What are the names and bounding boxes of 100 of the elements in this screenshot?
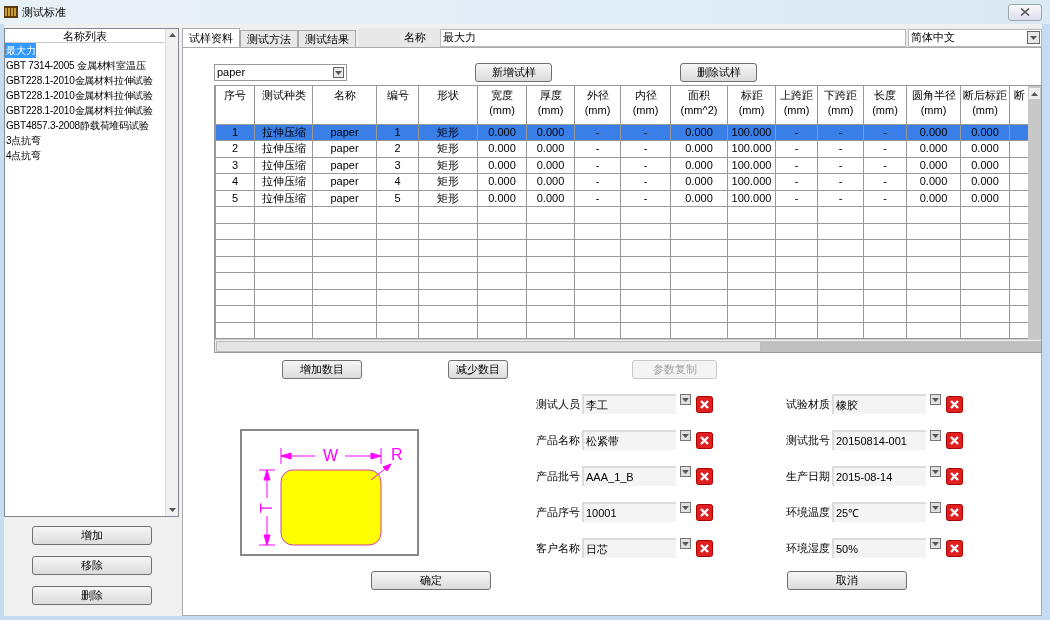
side-button[interactable]: 移除 (31, 556, 152, 575)
cancel-button[interactable]: 取消 (787, 571, 907, 590)
clear-icon[interactable] (696, 503, 713, 521)
name-field[interactable]: 最大力 (440, 28, 906, 47)
table-cell: 0.000 (919, 191, 948, 204)
input-field[interactable]: 50% (832, 538, 926, 558)
clear-icon[interactable] (696, 467, 713, 485)
close-button[interactable] (1008, 3, 1042, 21)
up-arrow-icon[interactable] (168, 33, 176, 37)
tab[interactable]: 试样资料 (182, 28, 240, 47)
clear-icon[interactable] (946, 395, 963, 413)
table-cell: - (643, 125, 648, 138)
language-select[interactable]: 简体中文 (908, 28, 1042, 47)
tab[interactable]: 测试结果 (298, 30, 356, 47)
table-cell: - (643, 142, 648, 155)
table-cell: - (643, 191, 648, 204)
input-field[interactable]: 橡胶 (832, 394, 926, 414)
side-button[interactable]: 删除 (31, 586, 152, 605)
scrollbar[interactable] (215, 339, 1041, 352)
table-cell: paper (330, 125, 359, 138)
down-arrow-icon[interactable] (168, 508, 176, 512)
input-field[interactable]: 日芯 (582, 538, 676, 558)
table-cell: 5 (231, 191, 239, 204)
table-cell: 100.000 (731, 158, 772, 171)
input-field[interactable]: 10001 (582, 502, 676, 522)
scrollbar[interactable] (165, 29, 178, 516)
column-header[interactable]: 厚度 (mm) (526, 86, 575, 124)
list-item[interactable]: GBT4857.3-2008静载荷堆码试验 (5, 118, 150, 133)
table-cell: - (838, 175, 843, 188)
column-header[interactable]: 编号 (376, 86, 419, 124)
table-cell: 100.000 (731, 175, 772, 188)
table-cell: - (595, 191, 600, 204)
table-cell: - (838, 158, 843, 171)
side-button[interactable]: 增加 (31, 526, 152, 545)
input-field[interactable]: AAA_1_B (582, 466, 676, 486)
table-cell: 0.000 (488, 125, 516, 138)
scrollbar[interactable] (1028, 86, 1041, 339)
field-label: 产品批号 (535, 468, 580, 484)
table-cell: 0.000 (488, 191, 516, 204)
list-item[interactable]: 4点抗弯 (5, 148, 42, 163)
list-item[interactable]: GBT228.1-2010金属材料拉伸试验 (5, 73, 154, 88)
input-field[interactable]: 松紧带 (582, 430, 676, 450)
clear-icon[interactable] (946, 431, 963, 449)
column-header[interactable]: 上跨距 (mm) (775, 86, 818, 124)
add-row-button[interactable]: 增加数目 (282, 359, 362, 379)
up-arrow-icon[interactable] (1031, 91, 1038, 96)
column-header[interactable]: 序号 (215, 86, 255, 124)
table-cell: - (595, 142, 600, 155)
column-header[interactable]: 断后标距 (mm) (960, 86, 1010, 124)
input-field[interactable]: 2015-08-14 (832, 466, 926, 486)
field-label: 客户名称 (535, 540, 580, 556)
clear-icon[interactable] (946, 467, 963, 485)
table-cell: 0.000 (971, 142, 999, 155)
table-cell: 0.000 (971, 191, 999, 204)
sample-select[interactable]: paper (214, 64, 347, 81)
clear-icon[interactable] (946, 503, 963, 521)
leader-line (370, 463, 391, 480)
column-header[interactable]: 宽度 (mm) (477, 86, 527, 124)
column-header[interactable]: 内径 (mm) (620, 86, 671, 124)
delete-sample-button[interactable]: 删除试样 (680, 63, 757, 82)
remove-row-button[interactable]: 减少数目 (448, 359, 508, 379)
list-item[interactable]: GBT228.1-2010金属材料拉伸试验 (5, 103, 154, 118)
input-field[interactable]: 李工 (582, 394, 676, 414)
table-cell: 0.000 (919, 125, 948, 138)
input-field[interactable]: 20150814-001 (832, 430, 926, 450)
down-arrow-icon[interactable] (1030, 35, 1037, 40)
clear-icon[interactable] (946, 539, 963, 557)
column-header[interactable]: 标距 (mm) (727, 86, 776, 124)
column-header[interactable]: 下跨距 (mm) (817, 86, 864, 124)
table-cell: 矩形 (437, 191, 459, 204)
column-header[interactable]: 面积 (mm^2) (670, 86, 728, 124)
column-header[interactable]: 测试种类 (254, 86, 313, 124)
table-cell: - (595, 175, 600, 188)
column-header[interactable]: 长度 (mm) (863, 86, 907, 124)
add-sample-button[interactable]: 新增试样 (475, 63, 552, 82)
table-cell: 0.000 (685, 125, 713, 138)
field-label: 测试批号 (785, 432, 830, 448)
list-item[interactable]: 3点抗弯 (5, 133, 42, 148)
column-header[interactable]: 形状 (418, 86, 478, 124)
column-header[interactable]: 圆角半径 (mm) (906, 86, 961, 124)
table-cell: 0.000 (488, 158, 516, 171)
list-item[interactable]: GBT 7314-2005 金属材料室温压 (5, 58, 147, 73)
ok-button[interactable]: 确定 (371, 571, 491, 590)
tab[interactable]: 测试方法 (240, 30, 298, 47)
down-arrow-icon[interactable] (335, 70, 342, 75)
column-header[interactable]: 外径 (mm) (574, 86, 621, 124)
table-cell: 矩形 (437, 158, 459, 171)
clear-icon[interactable] (696, 539, 713, 557)
dimension-label: T (257, 502, 275, 513)
field-label: 环境湿度 (785, 540, 830, 556)
input-field[interactable]: 25℃ (832, 502, 926, 522)
clear-icon[interactable] (696, 431, 713, 449)
table-cell: 4 (394, 175, 401, 188)
column-header[interactable]: 名称 (312, 86, 377, 124)
table-cell: - (643, 158, 648, 171)
table-cell: - (883, 125, 887, 138)
table-cell: - (595, 158, 600, 171)
table-cell: 0.000 (971, 158, 999, 171)
clear-icon[interactable] (696, 395, 713, 413)
list-item[interactable]: GBT228.1-2010金属材料拉伸试验 (5, 88, 154, 103)
